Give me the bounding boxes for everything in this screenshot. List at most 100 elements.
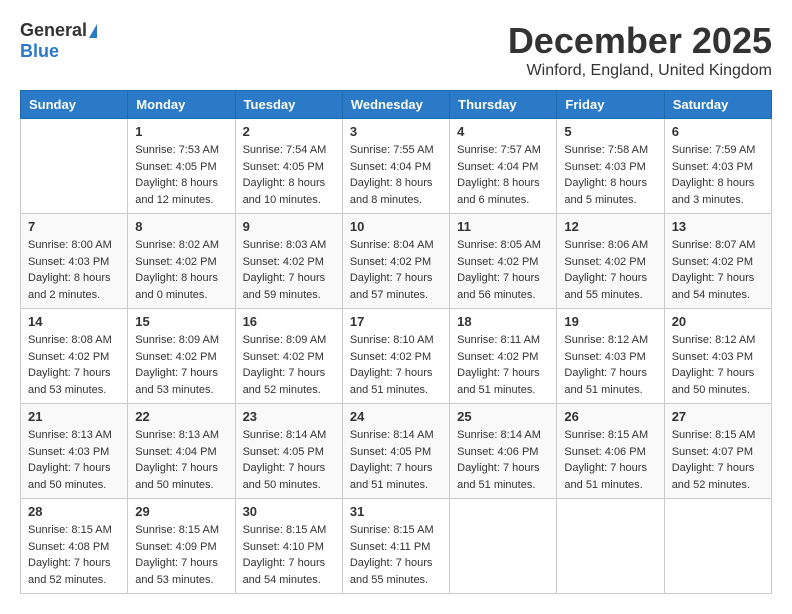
calendar-cell: 26 Sunrise: 8:15 AM Sunset: 4:06 PM Dayli… xyxy=(557,404,664,499)
day-number: 11 xyxy=(457,219,549,234)
day-number: 5 xyxy=(564,124,656,139)
day-number: 23 xyxy=(243,409,335,424)
day-info: Sunrise: 8:15 AM Sunset: 4:08 PM Dayligh… xyxy=(28,522,120,588)
day-info: Sunrise: 8:12 AM Sunset: 4:03 PM Dayligh… xyxy=(564,332,656,398)
day-info: Sunrise: 8:15 AM Sunset: 4:06 PM Dayligh… xyxy=(564,427,656,493)
logo-icon xyxy=(89,24,97,38)
day-number: 20 xyxy=(672,314,764,329)
calendar-cell xyxy=(557,499,664,594)
day-info: Sunrise: 8:11 AM Sunset: 4:02 PM Dayligh… xyxy=(457,332,549,398)
calendar-cell: 29 Sunrise: 8:15 AM Sunset: 4:09 PM Dayli… xyxy=(128,499,235,594)
calendar-cell: 15Sunrise: 8:09 AM Sunset: 4:02 PM Dayli… xyxy=(128,309,235,404)
calendar-week-row: 7 Sunrise: 8:00 AM Sunset: 4:03 PM Daylig… xyxy=(21,214,772,309)
calendar-cell: 30Sunrise: 8:15 AM Sunset: 4:10 PM Dayli… xyxy=(235,499,342,594)
calendar-week-row: 14 Sunrise: 8:08 AM Sunset: 4:02 PM Dayli… xyxy=(21,309,772,404)
calendar-cell: 28 Sunrise: 8:15 AM Sunset: 4:08 PM Dayli… xyxy=(21,499,128,594)
calendar-cell: 22 Sunrise: 8:13 AM Sunset: 4:04 PM Dayli… xyxy=(128,404,235,499)
day-info: Sunrise: 8:04 AM Sunset: 4:02 PM Dayligh… xyxy=(350,237,442,303)
calendar-cell: 27Sunrise: 8:15 AM Sunset: 4:07 PM Dayli… xyxy=(664,404,771,499)
calendar-cell xyxy=(664,499,771,594)
day-info: Sunrise: 7:55 AM Sunset: 4:04 PM Dayligh… xyxy=(350,142,442,208)
calendar-cell: 31Sunrise: 8:15 AM Sunset: 4:11 PM Dayli… xyxy=(342,499,449,594)
calendar-cell: 6Sunrise: 7:59 AM Sunset: 4:03 PM Daylig… xyxy=(664,119,771,214)
calendar-week-row: 21Sunrise: 8:13 AM Sunset: 4:03 PM Dayli… xyxy=(21,404,772,499)
day-info: Sunrise: 8:00 AM Sunset: 4:03 PM Dayligh… xyxy=(28,237,120,303)
calendar-cell: 23 Sunrise: 8:14 AM Sunset: 4:05 PM Dayli… xyxy=(235,404,342,499)
day-info: Sunrise: 8:13 AM Sunset: 4:04 PM Dayligh… xyxy=(135,427,227,493)
calendar-header-row: SundayMondayTuesdayWednesdayThursdayFrid… xyxy=(21,91,772,119)
calendar-cell: 8 Sunrise: 8:02 AM Sunset: 4:02 PM Daylig… xyxy=(128,214,235,309)
day-number: 6 xyxy=(672,124,764,139)
day-number: 14 xyxy=(28,314,120,329)
calendar-cell: 13Sunrise: 8:07 AM Sunset: 4:02 PM Dayli… xyxy=(664,214,771,309)
calendar-cell: 16Sunrise: 8:09 AM Sunset: 4:02 PM Dayli… xyxy=(235,309,342,404)
day-info: Sunrise: 8:02 AM Sunset: 4:02 PM Dayligh… xyxy=(135,237,227,303)
day-info: Sunrise: 8:10 AM Sunset: 4:02 PM Dayligh… xyxy=(350,332,442,398)
day-number: 26 xyxy=(564,409,656,424)
day-number: 21 xyxy=(28,409,120,424)
day-number: 22 xyxy=(135,409,227,424)
day-number: 19 xyxy=(564,314,656,329)
calendar-cell: 24Sunrise: 8:14 AM Sunset: 4:05 PM Dayli… xyxy=(342,404,449,499)
day-info: Sunrise: 8:12 AM Sunset: 4:03 PM Dayligh… xyxy=(672,332,764,398)
calendar-cell xyxy=(450,499,557,594)
day-number: 15 xyxy=(135,314,227,329)
day-info: Sunrise: 8:06 AM Sunset: 4:02 PM Dayligh… xyxy=(564,237,656,303)
day-number: 1 xyxy=(135,124,227,139)
calendar-cell: 9 Sunrise: 8:03 AM Sunset: 4:02 PM Daylig… xyxy=(235,214,342,309)
title-area: December 2025 Winford, England, United K… xyxy=(508,20,772,80)
month-title: December 2025 xyxy=(508,20,772,62)
day-info: Sunrise: 8:14 AM Sunset: 4:05 PM Dayligh… xyxy=(243,427,335,493)
logo: General Blue xyxy=(20,20,97,62)
day-number: 25 xyxy=(457,409,549,424)
day-number: 7 xyxy=(28,219,120,234)
calendar-day-header: Tuesday xyxy=(235,91,342,119)
day-number: 3 xyxy=(350,124,442,139)
day-info: Sunrise: 8:05 AM Sunset: 4:02 PM Dayligh… xyxy=(457,237,549,303)
calendar-cell xyxy=(21,119,128,214)
day-info: Sunrise: 7:58 AM Sunset: 4:03 PM Dayligh… xyxy=(564,142,656,208)
day-info: Sunrise: 8:08 AM Sunset: 4:02 PM Dayligh… xyxy=(28,332,120,398)
calendar-day-header: Saturday xyxy=(664,91,771,119)
calendar-cell: 7 Sunrise: 8:00 AM Sunset: 4:03 PM Daylig… xyxy=(21,214,128,309)
day-number: 4 xyxy=(457,124,549,139)
calendar-week-row: 1 Sunrise: 7:53 AM Sunset: 4:05 PM Daylig… xyxy=(21,119,772,214)
calendar-cell: 14 Sunrise: 8:08 AM Sunset: 4:02 PM Dayli… xyxy=(21,309,128,404)
day-info: Sunrise: 8:14 AM Sunset: 4:06 PM Dayligh… xyxy=(457,427,549,493)
day-number: 9 xyxy=(243,219,335,234)
calendar-day-header: Monday xyxy=(128,91,235,119)
day-number: 30 xyxy=(243,504,335,519)
calendar-week-row: 28 Sunrise: 8:15 AM Sunset: 4:08 PM Dayli… xyxy=(21,499,772,594)
location-title: Winford, England, United Kingdom xyxy=(508,62,772,80)
day-number: 2 xyxy=(243,124,335,139)
calendar-cell: 21Sunrise: 8:13 AM Sunset: 4:03 PM Dayli… xyxy=(21,404,128,499)
calendar-cell: 5 Sunrise: 7:58 AM Sunset: 4:03 PM Daylig… xyxy=(557,119,664,214)
calendar-cell: 18 Sunrise: 8:11 AM Sunset: 4:02 PM Dayli… xyxy=(450,309,557,404)
day-number: 18 xyxy=(457,314,549,329)
day-info: Sunrise: 8:15 AM Sunset: 4:09 PM Dayligh… xyxy=(135,522,227,588)
day-info: Sunrise: 7:54 AM Sunset: 4:05 PM Dayligh… xyxy=(243,142,335,208)
day-number: 28 xyxy=(28,504,120,519)
day-number: 12 xyxy=(564,219,656,234)
calendar-day-header: Wednesday xyxy=(342,91,449,119)
day-number: 8 xyxy=(135,219,227,234)
day-info: Sunrise: 8:03 AM Sunset: 4:02 PM Dayligh… xyxy=(243,237,335,303)
day-info: Sunrise: 8:07 AM Sunset: 4:02 PM Dayligh… xyxy=(672,237,764,303)
day-info: Sunrise: 7:57 AM Sunset: 4:04 PM Dayligh… xyxy=(457,142,549,208)
calendar-cell: 19 Sunrise: 8:12 AM Sunset: 4:03 PM Dayli… xyxy=(557,309,664,404)
calendar-table: SundayMondayTuesdayWednesdayThursdayFrid… xyxy=(20,90,772,594)
calendar-day-header: Sunday xyxy=(21,91,128,119)
calendar-day-header: Thursday xyxy=(450,91,557,119)
page-header: General Blue December 2025 Winford, Engl… xyxy=(20,20,772,80)
calendar-cell: 3 Sunrise: 7:55 AM Sunset: 4:04 PM Daylig… xyxy=(342,119,449,214)
day-number: 29 xyxy=(135,504,227,519)
day-info: Sunrise: 8:15 AM Sunset: 4:11 PM Dayligh… xyxy=(350,522,442,588)
day-number: 17 xyxy=(350,314,442,329)
day-info: Sunrise: 7:53 AM Sunset: 4:05 PM Dayligh… xyxy=(135,142,227,208)
day-number: 16 xyxy=(243,314,335,329)
calendar-cell: 2 Sunrise: 7:54 AM Sunset: 4:05 PM Daylig… xyxy=(235,119,342,214)
calendar-cell: 20 Sunrise: 8:12 AM Sunset: 4:03 PM Dayli… xyxy=(664,309,771,404)
calendar-cell: 10Sunrise: 8:04 AM Sunset: 4:02 PM Dayli… xyxy=(342,214,449,309)
calendar-cell: 17 Sunrise: 8:10 AM Sunset: 4:02 PM Dayli… xyxy=(342,309,449,404)
logo-general-text: General xyxy=(20,20,87,41)
